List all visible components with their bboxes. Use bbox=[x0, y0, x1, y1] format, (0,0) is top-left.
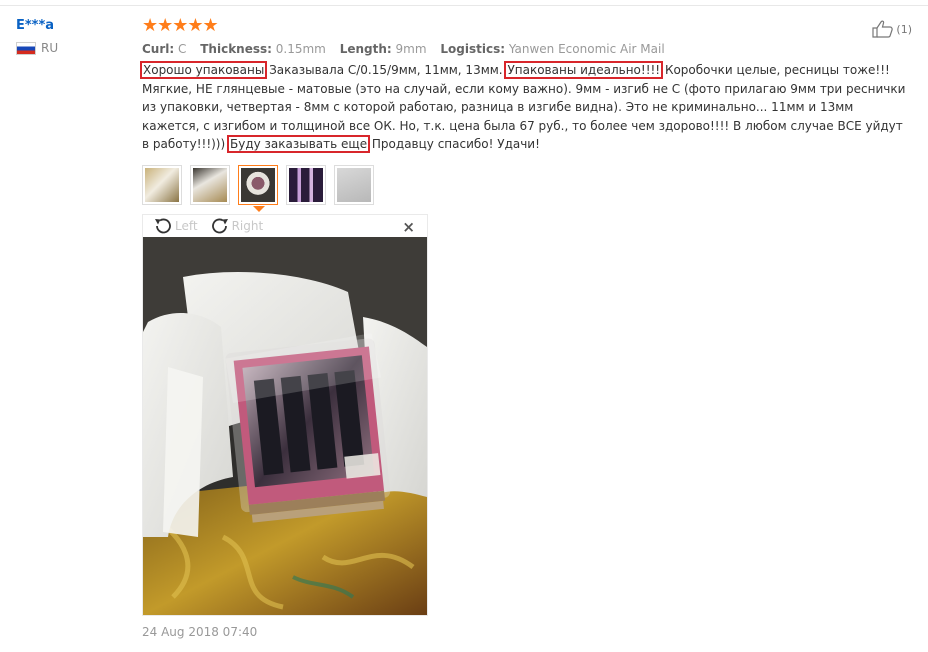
thumbnail-3-selected[interactable] bbox=[238, 165, 278, 205]
highlight-well-packed: Хорошо упакованы bbox=[139, 61, 268, 79]
review-text-part-1: Заказывала С/0.15/9мм, 11мм, 13мм. bbox=[265, 63, 507, 77]
attr-curl: Curl: C bbox=[142, 42, 187, 56]
review-photo bbox=[143, 237, 427, 615]
country-code: RU bbox=[41, 41, 59, 55]
thumbnail-1[interactable] bbox=[142, 165, 182, 205]
reviewer-country: RU bbox=[16, 41, 126, 55]
photo-thumbnails bbox=[142, 165, 382, 205]
viewer-toolbar: Left Right × bbox=[143, 215, 427, 237]
rotate-right-button[interactable]: Right bbox=[210, 217, 264, 235]
highlight-packed-perfectly: Упакованы идеально!!!! bbox=[504, 61, 664, 79]
reviewer-panel: E***a RU bbox=[16, 18, 126, 55]
thumbs-up-icon bbox=[872, 20, 894, 38]
rotate-right-icon bbox=[211, 218, 228, 234]
rotate-right-label: Right bbox=[231, 219, 264, 233]
rotate-left-icon bbox=[155, 218, 171, 234]
rotate-left-button[interactable]: Left bbox=[153, 217, 198, 235]
reviewer-name[interactable]: E***a bbox=[16, 18, 126, 33]
attr-logistics: Logistics: Yanwen Economic Air Mail bbox=[440, 42, 665, 56]
top-divider bbox=[0, 5, 928, 6]
highlight-will-order-again: Буду заказывать еще bbox=[226, 135, 371, 153]
attr-length: Length: 9mm bbox=[339, 42, 427, 56]
review-text: Хорошо упакованы Заказывала С/0.15/9мм, … bbox=[139, 61, 912, 154]
review-date: 24 Aug 2018 07:40 bbox=[142, 625, 258, 639]
review-text-part-3: Продавцу спасибо! Удачи! bbox=[368, 137, 540, 151]
star-rating: ★★★★★ bbox=[142, 15, 219, 36]
photo-viewer: Left Right × bbox=[142, 214, 428, 616]
thumbnail-2[interactable] bbox=[190, 165, 230, 205]
rotate-left-label: Left bbox=[175, 219, 198, 233]
order-attributes: Curl: C Thickness: 0.15mm Length: 9mm Lo… bbox=[142, 42, 912, 56]
close-viewer-button[interactable]: × bbox=[402, 218, 415, 236]
attr-thickness: Thickness: 0.15mm bbox=[200, 42, 326, 56]
thumbnail-5[interactable] bbox=[334, 165, 374, 205]
russia-flag-icon bbox=[16, 41, 36, 55]
thumbnail-4[interactable] bbox=[286, 165, 326, 205]
helpful-count: (1) bbox=[896, 22, 912, 36]
review-photo-image bbox=[143, 237, 427, 615]
helpful-button[interactable]: (1) bbox=[872, 20, 912, 38]
review-body: ★★★★★ (1) Curl: C Thickness: 0.15mm Leng… bbox=[139, 15, 912, 154]
selected-thumbnail-indicator bbox=[253, 206, 265, 212]
